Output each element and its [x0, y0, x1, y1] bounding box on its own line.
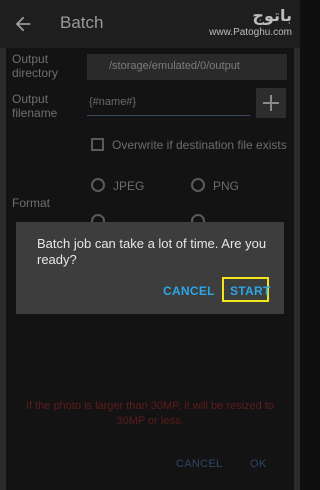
right-edge: [294, 48, 300, 490]
start-label: START: [230, 284, 271, 298]
dialog-message: Batch job can take a lot of time. Are yo…: [37, 236, 267, 267]
add-token-button[interactable]: [256, 88, 286, 118]
radio-partial-left: [91, 214, 105, 222]
watermark: باتوج www.Patoghu.com: [209, 6, 292, 38]
plus-icon: [263, 95, 279, 111]
output-filename-label: Output filename: [12, 92, 58, 120]
dialog-start-button[interactable]: START: [222, 277, 271, 302]
page-title: Batch: [60, 13, 104, 32]
footer-ok-button[interactable]: OK: [250, 458, 267, 470]
radio-partial-right: [191, 214, 205, 222]
format-label: Format: [12, 196, 51, 210]
arrow-left-icon[interactable]: [12, 13, 34, 35]
dialog-cancel-button[interactable]: CANCEL: [163, 284, 215, 298]
radio-jpeg[interactable]: [91, 178, 105, 192]
app-bar: Batch باتوج www.Patoghu.com: [0, 0, 300, 48]
footer-cancel-button[interactable]: CANCEL: [176, 458, 222, 470]
overwrite-checkbox[interactable]: [91, 138, 104, 151]
watermark-logo: باتوج: [252, 6, 292, 25]
output-directory-label: Output directory: [12, 52, 59, 80]
left-edge: [0, 48, 6, 490]
radio-jpeg-label: JPEG: [113, 179, 145, 193]
resize-info-text: If the photo is larger than 30MP, it wil…: [25, 400, 275, 427]
output-directory-field[interactable]: /storage/emulated/0/output: [87, 54, 287, 80]
watermark-url: www.Patoghu.com: [209, 27, 292, 38]
overwrite-label: Overwrite if destination file exists: [112, 138, 287, 152]
output-filename-input[interactable]: {#name#}: [87, 90, 250, 116]
radio-png[interactable]: [191, 178, 205, 192]
radio-png-label: PNG: [213, 179, 240, 193]
